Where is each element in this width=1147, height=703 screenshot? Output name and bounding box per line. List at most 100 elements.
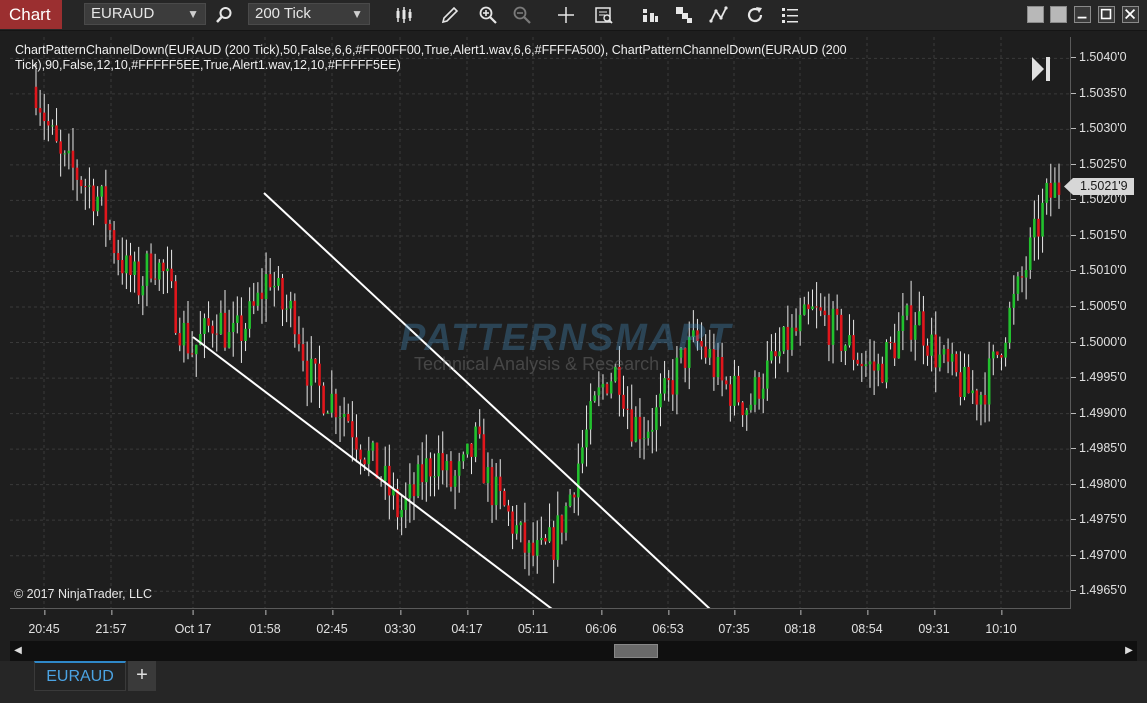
price-tick-label: 1.5010'0 <box>1071 263 1127 278</box>
indicators-icon[interactable] <box>638 3 662 27</box>
scroll-right-icon[interactable]: ▶ <box>1123 644 1135 658</box>
candle <box>42 93 46 140</box>
candle <box>445 454 449 488</box>
candle <box>256 282 260 311</box>
candle <box>589 383 592 445</box>
candle <box>852 319 855 371</box>
candle <box>823 296 827 327</box>
play-icon[interactable] <box>1031 56 1051 82</box>
candle <box>708 329 712 366</box>
candle <box>334 388 338 435</box>
time-axis[interactable]: 20:45 21:57 Oct 17 01:58 02:45 03:30 04:17 05:1… <box>10 609 1071 641</box>
chart-grid <box>10 37 1070 608</box>
candle <box>876 353 880 387</box>
candle <box>827 293 831 362</box>
candle <box>523 502 527 570</box>
zoom-in-icon[interactable] <box>476 3 500 27</box>
price-tick-label: 1.5005'0 <box>1071 299 1127 313</box>
horizontal-scrollbar[interactable]: ◀ ▶ <box>10 641 1137 661</box>
candle <box>314 358 317 383</box>
minimize-window-button[interactable] <box>1074 6 1091 23</box>
candle <box>556 491 560 567</box>
price-tick-label: 1.4965'0 <box>1071 583 1127 598</box>
candle <box>194 344 198 377</box>
candle <box>248 287 251 338</box>
candle <box>881 356 884 384</box>
candle <box>116 239 120 276</box>
candle <box>766 340 769 401</box>
minimize-icon[interactable] <box>1050 6 1067 23</box>
data-box-icon[interactable] <box>592 3 616 27</box>
candle <box>1012 275 1016 325</box>
candle <box>252 282 256 315</box>
candle <box>778 327 781 364</box>
properties-icon[interactable] <box>778 3 802 27</box>
candle <box>544 534 547 545</box>
add-tab-button[interactable]: + <box>128 661 156 691</box>
candle <box>322 382 325 416</box>
candle <box>844 344 847 366</box>
candle <box>831 301 835 364</box>
candle <box>786 305 790 373</box>
candle <box>211 320 214 348</box>
maximize-icon[interactable] <box>1098 6 1115 23</box>
scroll-left-icon[interactable]: ◀ <box>12 644 24 658</box>
time-tick-label: 03:30 <box>384 610 416 636</box>
candle <box>75 159 79 201</box>
candle <box>272 272 276 307</box>
bar-type-icon[interactable] <box>392 3 416 27</box>
candle <box>318 345 321 408</box>
candle <box>466 443 469 458</box>
time-tick-label: 20:45 <box>28 610 60 636</box>
candle <box>749 393 753 413</box>
candle <box>400 495 403 536</box>
search-icon[interactable] <box>212 3 236 27</box>
candle <box>371 440 375 461</box>
candle <box>297 316 301 352</box>
chevron-down-icon: ▼ <box>351 7 363 21</box>
candle <box>416 455 420 499</box>
candle <box>145 250 149 307</box>
candle <box>954 351 958 377</box>
candle <box>1057 163 1061 209</box>
candle <box>326 410 329 414</box>
candle <box>231 301 235 357</box>
candle <box>112 221 116 264</box>
strategies-icon[interactable] <box>672 3 696 27</box>
interval-selector[interactable]: 200 Tick ▼ <box>248 3 370 25</box>
candle <box>96 186 99 217</box>
candle <box>622 375 625 417</box>
scroll-thumb[interactable] <box>614 644 658 658</box>
candle <box>375 442 379 479</box>
candle <box>92 178 95 226</box>
copyright-text: © 2017 NinjaTrader, LLC <box>14 587 152 601</box>
tab-euraud[interactable]: EURAUD <box>34 661 126 691</box>
chart-plot-area[interactable]: ChartPatternChannelDown(EURAUD (200 Tick… <box>10 37 1071 609</box>
price-tick-label: 1.5030'0 <box>1071 121 1127 136</box>
candle <box>930 317 933 372</box>
candle <box>572 492 576 514</box>
time-tick-label: 04:17 <box>451 610 483 636</box>
candle <box>609 372 613 399</box>
restore-icon[interactable] <box>1027 6 1044 23</box>
candle <box>305 341 309 407</box>
candle <box>420 442 424 500</box>
candle <box>975 388 979 421</box>
candle <box>659 373 662 427</box>
draw-pencil-icon[interactable] <box>438 3 462 27</box>
instrument-selector[interactable]: EURAUD ▼ <box>84 3 206 25</box>
candle <box>503 488 506 507</box>
candle <box>901 293 905 351</box>
zoom-out-icon[interactable] <box>510 3 534 27</box>
candle <box>47 104 50 142</box>
price-axis[interactable]: 1.5040'0 1.5035'0 1.5030'0 1.5025'0 1.5020'0… <box>1071 37 1147 609</box>
candle <box>971 370 975 405</box>
crosshair-icon[interactable] <box>554 3 578 27</box>
reload-icon[interactable] <box>743 3 767 27</box>
candle <box>938 336 942 372</box>
close-icon[interactable] <box>1122 6 1139 23</box>
candle <box>120 237 124 285</box>
drawing-tools-icon[interactable] <box>707 3 731 27</box>
chart-window-title[interactable]: Chart <box>0 0 62 29</box>
candle <box>577 443 580 516</box>
